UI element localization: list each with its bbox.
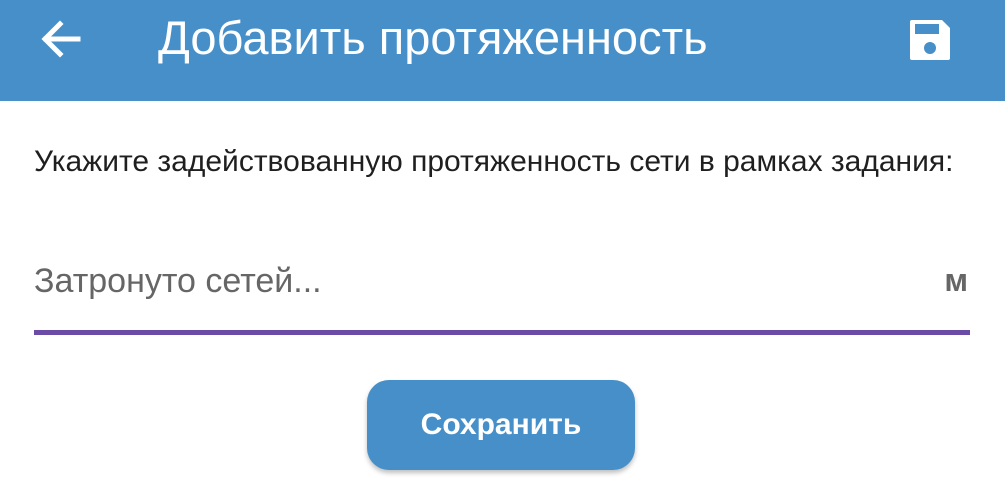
arrow-left-icon <box>41 20 81 58</box>
page-title: Добавить протяженность <box>158 11 708 64</box>
save-icon-button[interactable] <box>900 10 960 70</box>
input-underline <box>34 330 970 335</box>
save-button[interactable]: Сохранить <box>367 380 635 470</box>
back-button[interactable] <box>30 14 90 64</box>
length-input[interactable] <box>34 250 914 312</box>
length-field: м <box>34 250 970 338</box>
app-bar: Добавить протяженность <box>0 0 1005 101</box>
instruction-text: Укажите задействованную протяженность се… <box>34 145 954 178</box>
floppy-disk-icon <box>910 20 950 60</box>
unit-label: м <box>944 262 968 298</box>
